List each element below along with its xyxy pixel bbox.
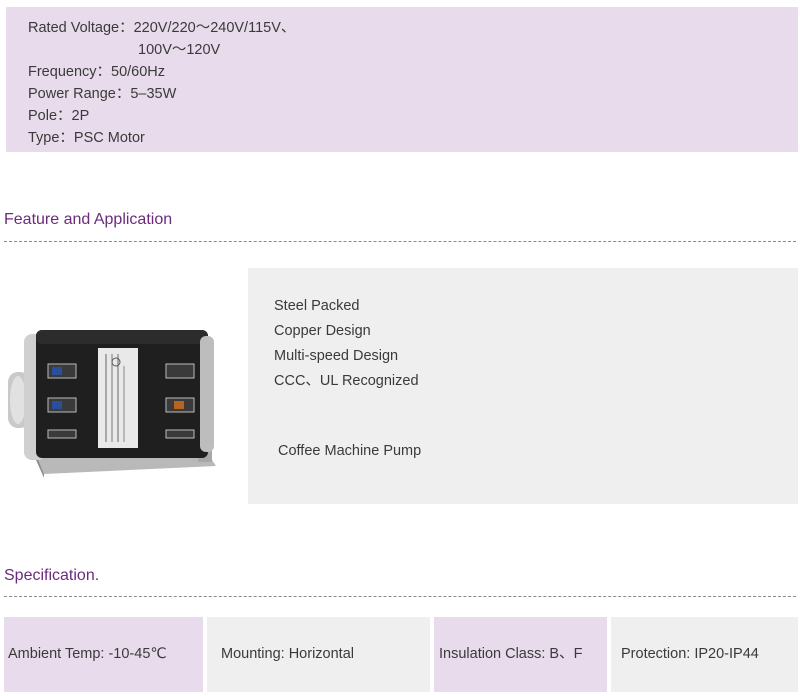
power-range-text: Power Range：5–35W	[28, 86, 177, 102]
motor-image	[8, 326, 222, 478]
rated-voltage-value: 220V/220～240V/115V、	[133, 20, 296, 36]
feature-item: Copper Design	[274, 323, 371, 339]
feature-divider	[4, 241, 796, 242]
type-text: Type：PSC Motor	[28, 130, 145, 146]
feature-item: Steel Packed	[274, 298, 360, 314]
feature-item: CCC、UL Recognized	[274, 373, 419, 389]
motor-product-photo-icon	[8, 330, 216, 478]
rated-voltage-row: Rated Voltage：220V/220～240V/115V、	[28, 17, 798, 39]
rated-voltage-value-continued: 100V～120V	[138, 42, 221, 58]
specification-divider	[4, 596, 796, 597]
protection-cell: Protection: IP20-IP44	[611, 617, 798, 692]
electrical-spec-panel: Rated Voltage：220V/220～240V/115V、 100V～1…	[6, 7, 798, 152]
feature-panel: Steel Packed Copper Design Multi-speed D…	[248, 268, 798, 504]
pole-text: Pole：2P	[28, 108, 90, 124]
application-text: Coffee Machine Pump	[278, 443, 422, 459]
specification-section-title: Specification.	[4, 567, 100, 584]
feature-section-title: Feature and Application	[4, 211, 173, 228]
rated-voltage-label: Rated Voltage：	[28, 20, 134, 36]
frequency-text: Frequency：50/60Hz	[28, 64, 166, 80]
mounting-cell: Mounting: Horizontal	[207, 617, 430, 692]
feature-list: Steel Packed Copper Design Multi-speed D…	[274, 294, 419, 394]
ambient-temp-cell: Ambient Temp: -10-45℃	[4, 617, 203, 692]
specification-table: Ambient Temp: -10-45℃ Mounting: Horizont…	[0, 617, 800, 692]
feature-item: Multi-speed Design	[274, 348, 399, 364]
insulation-class-cell: Insulation Class: B、F	[434, 617, 607, 692]
